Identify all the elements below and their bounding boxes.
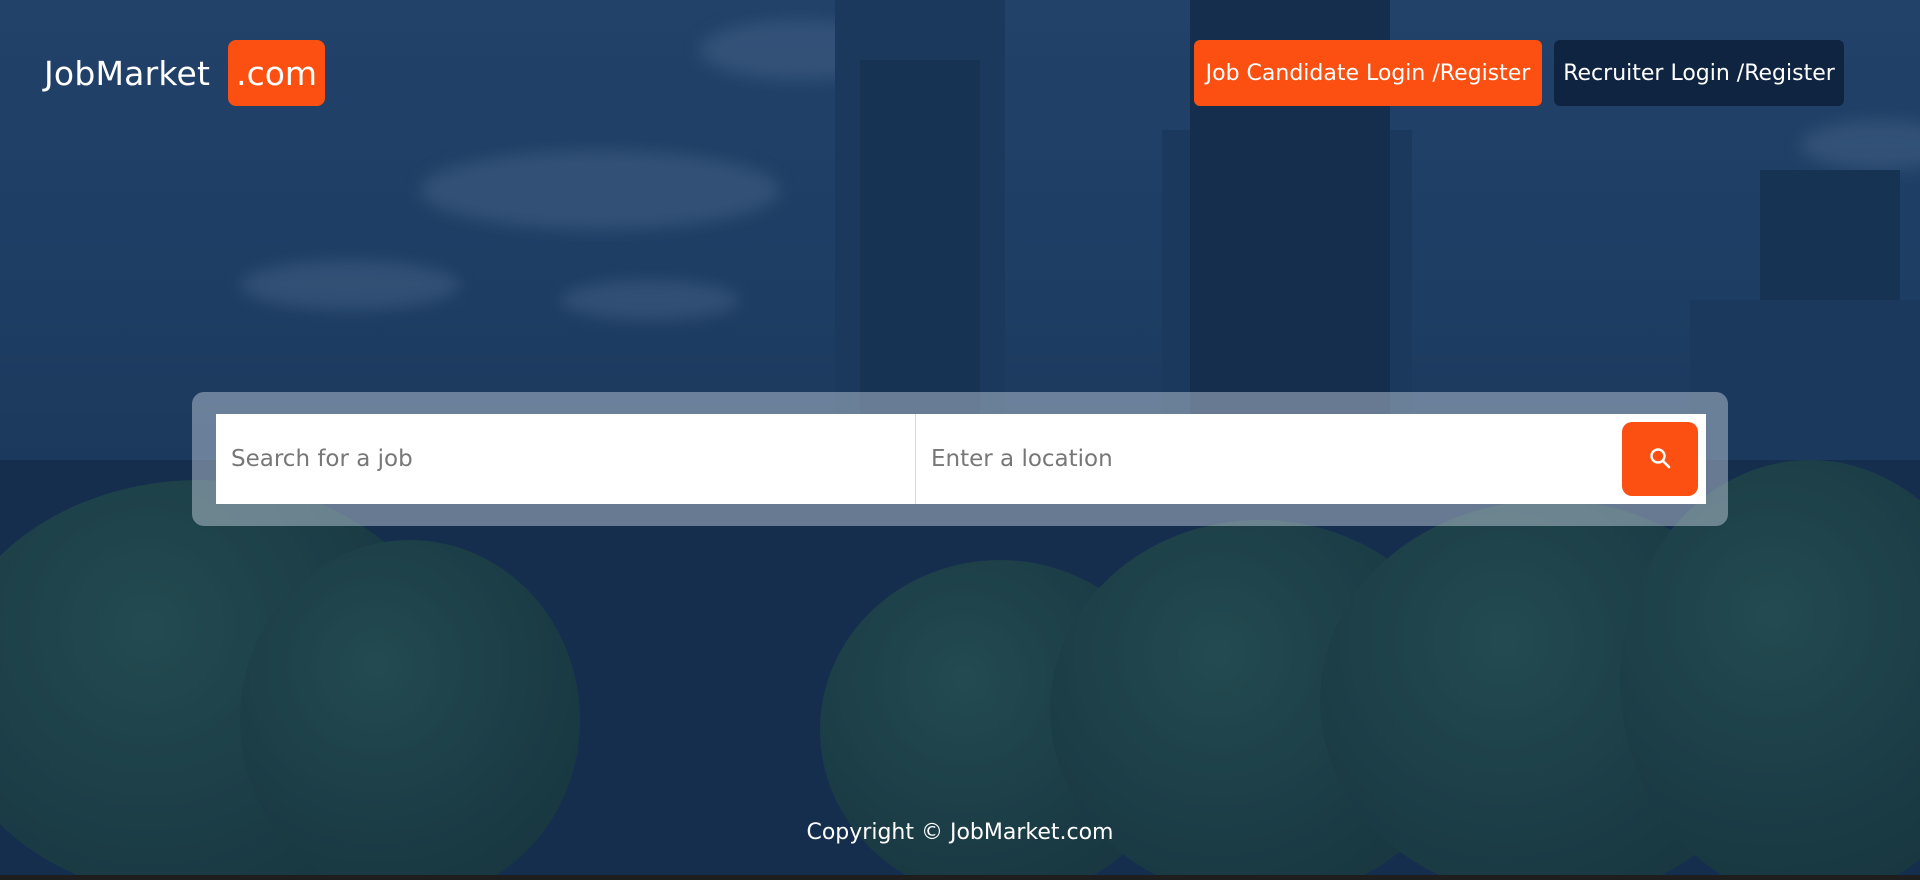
site-logo[interactable]: JobMarket .com	[44, 40, 326, 106]
location-input[interactable]	[916, 414, 1616, 504]
logo-suffix-badge: .com	[228, 40, 326, 106]
footer-copyright: Copyright © JobMarket.com	[806, 820, 1114, 845]
recruiter-login-button[interactable]: Recruiter Login /Register	[1554, 40, 1844, 106]
top-header: JobMarket .com Job Candidate Login /Regi…	[0, 0, 1920, 150]
search-panel	[192, 392, 1728, 526]
search-icon	[1649, 447, 1671, 472]
search-bar	[216, 414, 1706, 504]
logo-text: JobMarket	[44, 53, 211, 93]
candidate-login-button[interactable]: Job Candidate Login /Register	[1194, 40, 1542, 106]
job-search-input[interactable]	[216, 414, 916, 504]
bottom-divider	[0, 875, 1920, 880]
search-button[interactable]	[1622, 422, 1698, 496]
